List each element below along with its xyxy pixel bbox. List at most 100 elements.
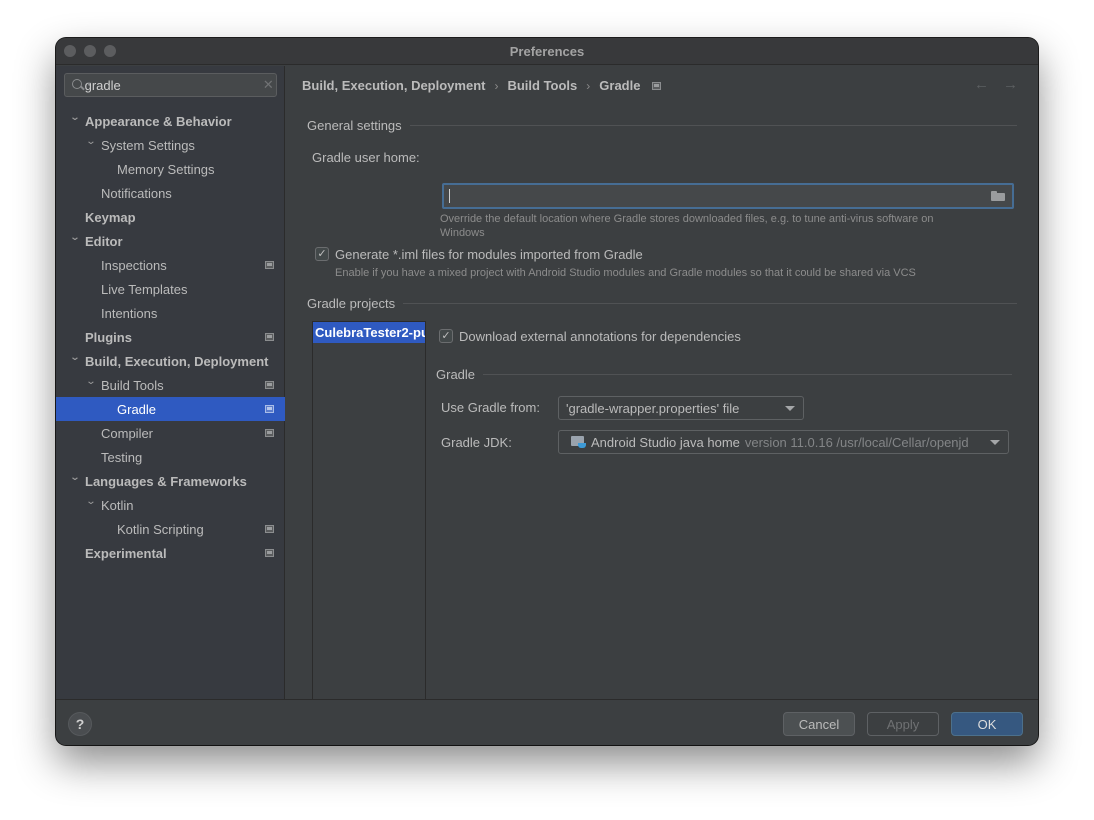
gradle-user-home-label: Gradle user home:	[312, 150, 420, 165]
sidebar-item-label: Gradle	[117, 401, 157, 417]
sidebar-item-gradle[interactable]: Gradle	[56, 397, 285, 421]
sidebar-item-live-templates[interactable]: Live Templates	[56, 277, 285, 301]
settings-content: Build, Execution, Deployment › Build Too…	[286, 66, 1038, 721]
sidebar-item-label: Kotlin	[101, 497, 134, 513]
project-scope-icon	[265, 525, 274, 533]
download-annotations-checkbox[interactable]: ✓	[439, 329, 453, 343]
sidebar-item-kotlin[interactable]: ⌄ Kotlin	[56, 493, 285, 517]
back-arrow-icon[interactable]: ←	[974, 76, 989, 93]
sidebar-item-label: System Settings	[101, 137, 195, 153]
generate-iml-hint: Enable if you have a mixed project with …	[335, 267, 916, 279]
forward-arrow-icon[interactable]: →	[1003, 76, 1018, 93]
search-input[interactable]	[84, 75, 261, 95]
project-scope-icon	[265, 381, 274, 389]
section-title: Gradle	[436, 367, 476, 382]
jdk-name: Android Studio java home	[591, 434, 740, 450]
generate-iml-label[interactable]: Generate *.iml files for modules importe…	[335, 247, 643, 262]
project-scope-icon	[265, 405, 274, 413]
settings-search[interactable]: ▼ ✕	[64, 73, 277, 97]
search-options-caret-icon[interactable]: ▼	[86, 82, 92, 88]
chevron-down-icon[interactable]: ⌄	[66, 352, 84, 363]
section-title: General settings	[307, 118, 402, 133]
help-button[interactable]: ?	[68, 712, 92, 736]
sidebar-item-experimental[interactable]: Experimental	[56, 541, 285, 565]
gradle-jdk-dropdown[interactable]: Android Studio java home version 11.0.16…	[558, 430, 1009, 454]
project-list-item[interactable]: CulebraTester2-pu	[313, 322, 425, 343]
sidebar-item-label: Editor	[85, 233, 123, 249]
sidebar-item-memory-settings[interactable]: Memory Settings	[56, 157, 285, 181]
use-gradle-from-label: Use Gradle from:	[441, 400, 540, 415]
sidebar-item-intentions[interactable]: Intentions	[56, 301, 285, 325]
breadcrumb-item[interactable]: Build, Execution, Deployment	[302, 78, 485, 93]
gradle-subsection: Gradle	[436, 367, 1012, 382]
sidebar-item-label: Kotlin Scripting	[117, 521, 204, 537]
generate-iml-checkbox[interactable]: ✓	[315, 247, 329, 261]
preferences-window: Preferences ▼ ✕ ⌄Appearance & Behavior⌄S…	[56, 38, 1038, 745]
sidebar-item-label: Notifications	[101, 185, 172, 201]
chevron-down-icon[interactable]: ⌄	[82, 376, 100, 387]
sidebar-item-notifications[interactable]: Notifications	[56, 181, 285, 205]
browse-folder-icon[interactable]	[991, 191, 1005, 201]
sidebar-item-label: Build Tools	[101, 377, 164, 393]
use-gradle-from-dropdown[interactable]: 'gradle-wrapper.properties' file	[558, 396, 804, 420]
dropdown-value: 'gradle-wrapper.properties' file	[566, 400, 740, 416]
project-scope-icon	[265, 333, 274, 341]
section-divider	[409, 125, 1017, 126]
section-title: Gradle projects	[307, 296, 396, 311]
window-controls	[64, 45, 116, 57]
ok-button[interactable]: OK	[951, 712, 1023, 736]
sidebar-item-label: Appearance & Behavior	[85, 113, 232, 129]
gradle-jdk-label: Gradle JDK:	[441, 435, 512, 450]
chevron-down-icon[interactable]: ⌄	[66, 472, 84, 483]
title-bar: Preferences	[56, 38, 1038, 65]
breadcrumb-item-current: Gradle	[599, 78, 641, 93]
sidebar-item-keymap[interactable]: Keymap	[56, 205, 285, 229]
chevron-down-icon[interactable]: ⌄	[82, 136, 100, 147]
chevron-down-icon[interactable]: ⌄	[82, 496, 100, 507]
checkmark-icon: ✓	[441, 329, 451, 342]
sidebar-item-appearance-behavior[interactable]: ⌄ Appearance & Behavior	[56, 109, 285, 133]
sidebar-item-label: Plugins	[85, 329, 132, 345]
minimize-window-button[interactable]	[84, 45, 96, 57]
dialog-footer: ? Cancel Apply OK	[56, 699, 1038, 745]
breadcrumb: Build, Execution, Deployment › Build Too…	[302, 78, 662, 93]
project-scope-icon	[265, 549, 274, 557]
sidebar-item-testing[interactable]: Testing	[56, 445, 285, 469]
breadcrumb-separator-icon: ›	[494, 78, 499, 93]
jdk-folder-icon	[571, 435, 587, 449]
apply-button[interactable]: Apply	[867, 712, 939, 736]
sidebar-item-label: Testing	[101, 449, 143, 465]
chevron-down-icon[interactable]: ⌄	[66, 112, 84, 123]
cancel-button[interactable]: Cancel	[783, 712, 855, 736]
sidebar-item-inspections[interactable]: Inspections	[56, 253, 285, 277]
zoom-window-button[interactable]	[104, 45, 116, 57]
gradle-user-home-input[interactable]	[444, 185, 1012, 207]
section-divider	[483, 374, 1012, 375]
gradle-user-home-field[interactable]	[442, 183, 1014, 209]
gradle-projects-list[interactable]: CulebraTester2-pu	[312, 321, 426, 721]
chevron-down-icon[interactable]: ⌄	[66, 232, 84, 243]
close-window-button[interactable]	[64, 45, 76, 57]
sidebar-item-system-settings[interactable]: ⌄ System Settings	[56, 133, 285, 157]
jdk-version-path: version 11.0.16 /usr/local/Cellar/openjd	[744, 434, 969, 450]
project-scope-icon	[265, 429, 274, 437]
sidebar-item-plugins[interactable]: Plugins	[56, 325, 285, 349]
sidebar-item-label: Memory Settings	[117, 161, 215, 177]
download-annotations-label[interactable]: Download external annotations for depend…	[459, 329, 741, 344]
breadcrumb-item[interactable]: Build Tools	[507, 78, 577, 93]
sidebar-item-label: Keymap	[85, 209, 136, 225]
sidebar-item-compiler[interactable]: Compiler	[56, 421, 285, 445]
clear-search-icon[interactable]: ✕	[261, 77, 276, 93]
hint-line: Windows	[440, 227, 485, 239]
settings-sidebar: ▼ ✕ ⌄Appearance & Behavior⌄System Settin…	[56, 66, 285, 699]
sidebar-item-languages-frameworks[interactable]: ⌄ Languages & Frameworks	[56, 469, 285, 493]
sidebar-item-editor[interactable]: ⌄ Editor	[56, 229, 285, 253]
sidebar-item-build-execution-deployment[interactable]: ⌄ Build, Execution, Deployment	[56, 349, 285, 373]
sidebar-item-kotlin-scripting[interactable]: Kotlin Scripting	[56, 517, 285, 541]
search-icon	[65, 74, 85, 96]
project-scope-icon	[652, 81, 662, 90]
checkmark-icon: ✓	[317, 247, 327, 260]
window-title: Preferences	[509, 43, 585, 59]
sidebar-item-build-tools[interactable]: ⌄ Build Tools	[56, 373, 285, 397]
navigation-arrows: ← →	[974, 76, 1018, 93]
